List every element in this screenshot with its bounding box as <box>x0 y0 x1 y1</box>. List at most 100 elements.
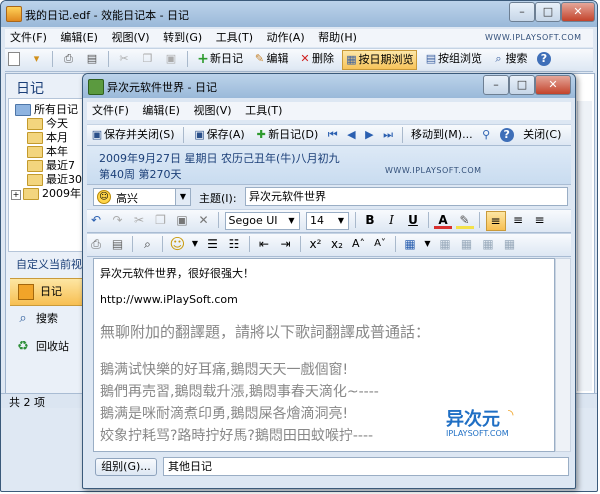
save-close-button[interactable]: ▣ 保存并关闭(S) <box>88 126 177 144</box>
diary-menu-tools[interactable]: 工具(T) <box>240 102 287 120</box>
table-delete-icon[interactable]: ▦ <box>458 235 476 253</box>
editor-scrollbar[interactable] <box>555 258 571 452</box>
tree-item-year[interactable]: 本年 <box>27 145 68 158</box>
diary-close-button[interactable]: ✕ <box>535 75 571 95</box>
italic-icon[interactable]: I <box>383 211 401 229</box>
align-left-icon[interactable]: ≡ <box>485 211 506 231</box>
diary-minimize-button[interactable]: – <box>483 75 509 95</box>
shrink-font-icon[interactable]: A˅ <box>371 235 389 253</box>
menu-action[interactable]: 动作(A) <box>262 29 310 47</box>
mood-select[interactable]: ☺ 高兴 ▼ <box>93 188 191 206</box>
print-preview-icon[interactable]: ▤ <box>83 50 101 68</box>
font-color-icon[interactable]: A <box>434 211 452 229</box>
browse-date-button[interactable]: ▦ 按日期浏览 <box>341 50 417 70</box>
chevron-down-icon[interactable]: ▼ <box>175 189 190 205</box>
open-icon[interactable]: ▾ <box>28 50 46 68</box>
font-size-select[interactable]: 14 ▼ <box>306 212 349 230</box>
copy-icon[interactable]: ❐ <box>152 211 170 229</box>
table-split-icon[interactable]: ▦ <box>501 235 519 253</box>
paste-icon[interactable]: ▣ <box>173 211 191 229</box>
new-diary-button[interactable]: +新日记 <box>194 50 245 68</box>
undo-icon[interactable]: ↶ <box>87 211 105 229</box>
last-record-icon[interactable]: ⏭ <box>381 126 395 144</box>
nav-search[interactable]: ⌕ 搜索 <box>12 306 92 332</box>
tree-item-last30[interactable]: 最近30 <box>27 173 82 186</box>
table-insert-icon[interactable]: ▦ <box>436 235 454 253</box>
expand-icon[interactable]: + <box>11 190 21 200</box>
group-button[interactable]: 组别(G)... <box>95 458 157 476</box>
redo-icon[interactable]: ↷ <box>109 211 127 229</box>
menu-tools[interactable]: 工具(T) <box>211 29 258 47</box>
editor-area[interactable]: 异次元软件世界，很好很强大！ http://www.iPlaySoft.com … <box>93 258 555 452</box>
nav-diary[interactable]: 日记 <box>10 278 88 306</box>
tree-item-last7[interactable]: 最近7 <box>27 159 75 172</box>
chevron-down-icon[interactable]: ▼ <box>190 235 200 253</box>
help-icon[interactable]: ? <box>498 126 516 144</box>
paste-icon[interactable]: ▣ <box>162 50 180 68</box>
main-title-bar[interactable]: 我的日记.edf - 效能日记本 - 日记 – □ ✕ <box>1 1 597 27</box>
underline-icon[interactable]: U <box>404 211 422 229</box>
diary-menu-view[interactable]: 视图(V) <box>188 102 236 120</box>
emoticon-icon[interactable]: ☺ <box>169 235 187 253</box>
tree-item-month[interactable]: 本月 <box>27 131 68 144</box>
close-doc-button[interactable]: 关闭(C) <box>521 126 563 144</box>
chevron-down-icon[interactable]: ▼ <box>423 235 433 253</box>
print-icon[interactable]: ⎙ <box>87 235 105 253</box>
indent-icon[interactable]: ⇥ <box>277 235 295 253</box>
grow-font-icon[interactable]: A˄ <box>350 235 368 253</box>
table-icon[interactable]: ▦ <box>401 235 419 253</box>
minimize-button[interactable]: – <box>509 2 535 22</box>
diary-menu-edit[interactable]: 编辑(E) <box>137 102 185 120</box>
new-doc-icon[interactable] <box>6 50 22 68</box>
attachment-icon[interactable]: ⚲ <box>480 126 492 144</box>
help-icon[interactable]: ? <box>535 50 553 68</box>
tree-item-today[interactable]: 今天 <box>27 117 68 130</box>
new-diary-doc-button[interactable]: ✚ 新日记(D) <box>252 126 320 144</box>
table-merge-icon[interactable]: ▦ <box>479 235 497 253</box>
subscript-icon[interactable]: x₂ <box>328 235 346 253</box>
outdent-icon[interactable]: ⇤ <box>255 235 273 253</box>
search-button[interactable]: ⌕ 搜索 <box>490 50 530 68</box>
cut-icon[interactable]: ✂ <box>130 211 148 229</box>
delete-button[interactable]: ✕ 删除 <box>296 50 336 68</box>
font-name-select[interactable]: Segoe UI ▼ <box>224 212 300 230</box>
diary-menu-file[interactable]: 文件(F) <box>87 102 134 120</box>
subject-input[interactable]: 异次元软件世界 <box>245 187 568 206</box>
separator <box>132 236 133 252</box>
nav-recycle[interactable]: ♻ 回收站 <box>12 334 92 360</box>
maximize-button[interactable]: □ <box>535 2 561 22</box>
tree-item-2009[interactable]: +2009年 <box>11 187 81 200</box>
edit-button[interactable]: ✎ 编辑 <box>251 50 291 68</box>
list-scrollbar[interactable] <box>577 101 592 391</box>
menu-goto[interactable]: 转到(G) <box>158 29 207 47</box>
copy-icon[interactable]: ❐ <box>139 50 157 68</box>
clear-format-icon[interactable]: ✕ <box>195 211 213 229</box>
custom-view-link[interactable]: 自定义当前视 <box>16 256 82 272</box>
menu-help[interactable]: 帮助(H) <box>313 29 362 47</box>
align-center-icon[interactable]: ≡ <box>509 211 527 229</box>
menu-edit[interactable]: 编辑(E) <box>55 29 103 47</box>
close-button[interactable]: ✕ <box>561 2 595 22</box>
tree-item-root[interactable]: 所有日记 <box>15 103 78 116</box>
cut-icon[interactable]: ✂ <box>115 50 133 68</box>
diary-toolbar: ▣ 保存并关闭(S) ▣ 保存(A) ✚ 新日记(D) ⏮ ◀ ▶ ⏭ 移动到(M).… <box>87 124 571 146</box>
highlight-icon[interactable]: ✎ <box>455 211 474 229</box>
menu-file[interactable]: 文件(F) <box>5 29 52 47</box>
superscript-icon[interactable]: x² <box>307 235 325 253</box>
menu-view[interactable]: 视图(V) <box>106 29 154 47</box>
find-icon[interactable]: ⌕ <box>139 235 157 253</box>
diary-title-bar[interactable]: 异次元软件世界 - 日记 – □ ✕ <box>83 74 575 98</box>
align-right-icon[interactable]: ≡ <box>531 211 549 229</box>
print-icon[interactable]: ⎙ <box>60 50 78 68</box>
move-to-button[interactable]: 移动到(M)... <box>409 126 475 144</box>
diary-maximize-button[interactable]: □ <box>509 75 535 95</box>
print-preview-icon[interactable]: ▤ <box>109 235 127 253</box>
bullet-list-icon[interactable]: ☰ <box>204 235 222 253</box>
bold-icon[interactable]: B <box>361 211 379 229</box>
browse-group-button[interactable]: ▤ 按组浏览 <box>422 50 484 68</box>
first-record-icon[interactable]: ⏮ <box>326 126 340 144</box>
save-button[interactable]: ▣ 保存(A) <box>191 126 247 144</box>
prev-record-icon[interactable]: ◀ <box>345 126 357 144</box>
numbered-list-icon[interactable]: ☷ <box>225 235 243 253</box>
next-record-icon[interactable]: ▶ <box>363 126 375 144</box>
